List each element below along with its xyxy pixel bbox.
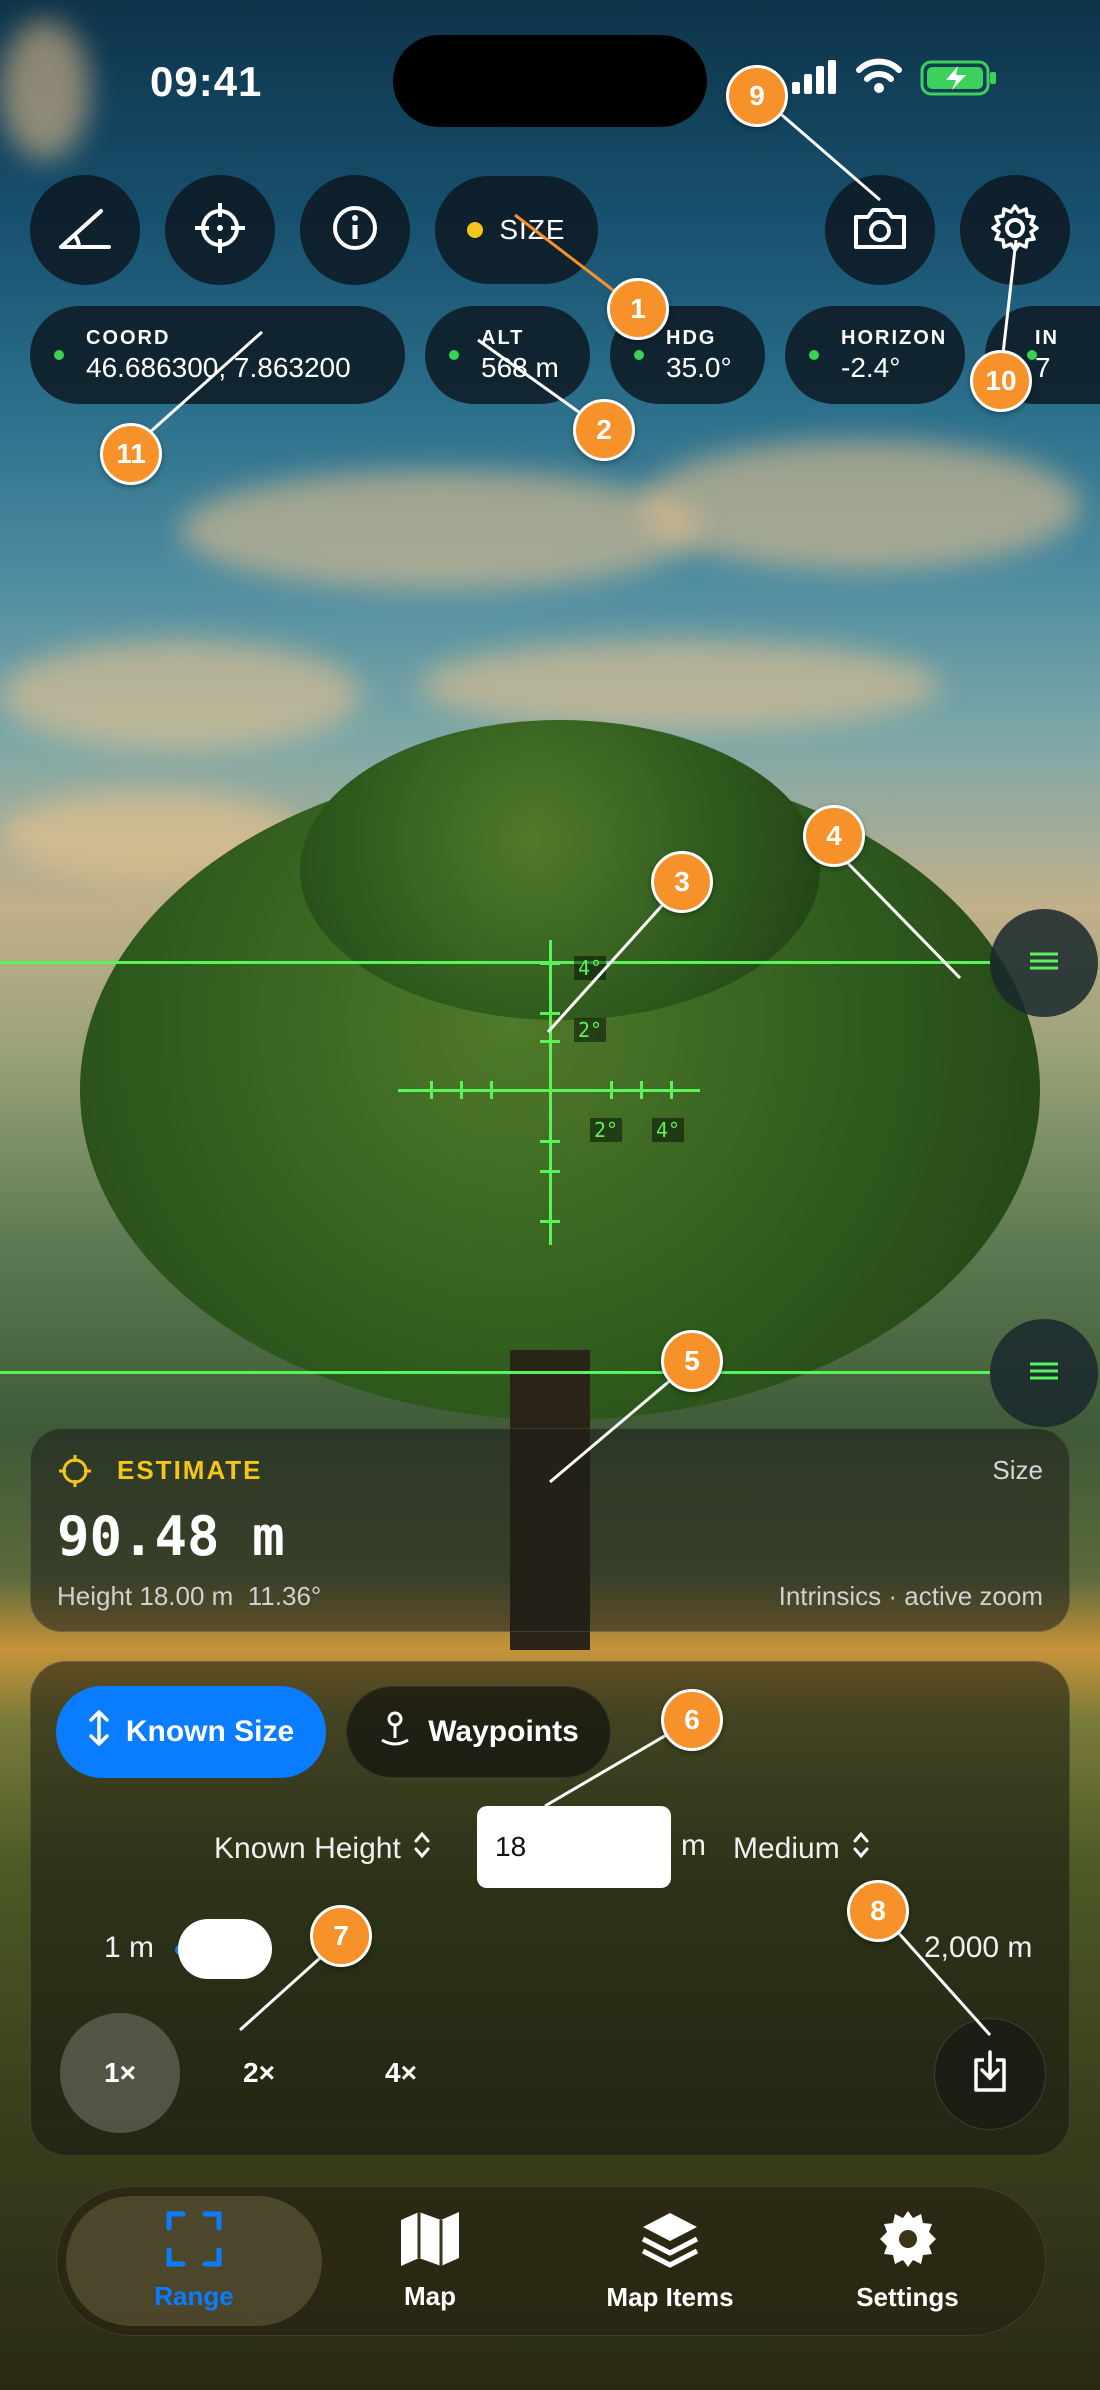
callout-badge: 10 <box>970 350 1032 412</box>
callout-leaders <box>129 94 1018 2037</box>
callout-badge: 3 <box>651 851 713 913</box>
callout-badge: 11 <box>100 423 162 485</box>
callout-badge: 9 <box>726 65 788 127</box>
callout-badge: 7 <box>310 1905 372 1967</box>
callout-badge: 8 <box>847 1880 909 1942</box>
callout-badge: 1 <box>607 278 669 340</box>
callout-badge: 2 <box>573 399 635 461</box>
callout-badge: 5 <box>661 1330 723 1392</box>
callout-badge: 4 <box>803 805 865 867</box>
callout-badge: 6 <box>661 1689 723 1751</box>
